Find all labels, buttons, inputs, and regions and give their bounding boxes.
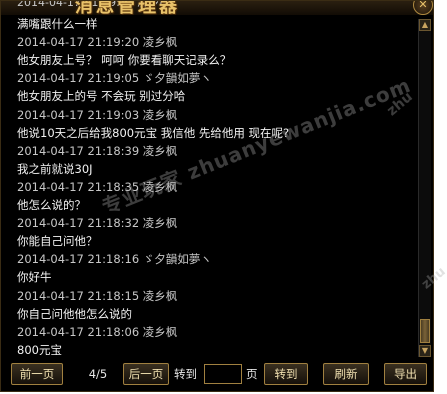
message-timestamp: 2014-04-17 21:19:20 凌乡枫 — [17, 35, 178, 50]
message-text: 800元宝 — [17, 342, 62, 355]
message-text: 你好牛 — [17, 270, 52, 285]
title-bar: 2014-04-17 21:19:23 凌乡枫 消息管理器 ✕ — [1, 1, 433, 15]
message-timestamp: 2014-04-17 21:19:05 ゞ夕韻如夢ヽ — [17, 71, 212, 86]
page-indicator: 4/5 — [88, 367, 108, 381]
message-timestamp: 2014-04-17 21:18:16 ゞ夕韻如夢ヽ — [17, 252, 212, 267]
message-text: 我之前就说30J — [17, 161, 93, 176]
message-log: 满嘴跟什么一样 2014-04-17 21:19:20 凌乡枫他女朋友上号？ 呵呵… — [9, 15, 415, 355]
message-text: 你自己问他他怎么说的 — [17, 306, 132, 321]
message-text: 满嘴跟什么一样 — [17, 17, 98, 31]
message-timestamp: 2014-04-17 21:19:03 凌乡枫 — [17, 107, 178, 122]
next-page-button[interactable]: 后一页 — [123, 363, 169, 385]
prev-page-button[interactable]: 前一页 — [11, 363, 63, 385]
message-timestamp: 2014-04-17 21:18:32 凌乡枫 — [17, 216, 178, 231]
export-button[interactable]: 导出 — [384, 363, 427, 385]
message-manager-window: 2014-04-17 21:19:23 凌乡枫 消息管理器 ✕ 满嘴跟什么一样 2… — [0, 0, 447, 392]
goto-label: 转到 — [174, 367, 197, 381]
page-unit-label: 页 — [246, 367, 258, 381]
refresh-button[interactable]: 刷新 — [323, 363, 369, 385]
message-timestamp: 2014-04-17 21:18:06 凌乡枫 — [17, 324, 178, 339]
close-icon: ✕ — [418, 1, 428, 11]
scroll-up-icon[interactable]: ▲ — [419, 19, 431, 31]
window-title: 消息管理器 — [75, 1, 180, 15]
message-log-scrollbar[interactable]: ▲ ▼ — [418, 19, 431, 357]
message-timestamp: 2014-04-17 21:18:35 凌乡枫 — [17, 179, 178, 194]
message-timestamp: 2014-04-17 21:18:15 凌乡枫 — [17, 288, 178, 303]
message-text: 他女朋友上号？ 呵呵 你要看聊天记录么？ — [17, 53, 232, 68]
message-timestamp: 2014-04-17 21:18:39 凌乡枫 — [17, 143, 178, 158]
message-text: 他说10天之后给我800元宝 我信他 先给他用 现在呢? — [17, 125, 290, 140]
message-text: 他女朋友上的号 不会玩 别过分哈 — [17, 89, 186, 104]
close-button[interactable]: ✕ — [413, 1, 433, 15]
pager-bar: 前一页 4/5 后一页 转到 页 转到 刷新 导出 — [1, 357, 433, 391]
goto-page-button[interactable]: 转到 — [264, 363, 308, 385]
scrollbar-thumb[interactable] — [420, 319, 430, 343]
message-text: 他怎么说的？ — [17, 198, 86, 212]
message-text: 你能自己问他？ — [17, 234, 98, 249]
scroll-down-icon[interactable]: ▼ — [419, 345, 431, 357]
page-number-input[interactable] — [204, 364, 242, 384]
